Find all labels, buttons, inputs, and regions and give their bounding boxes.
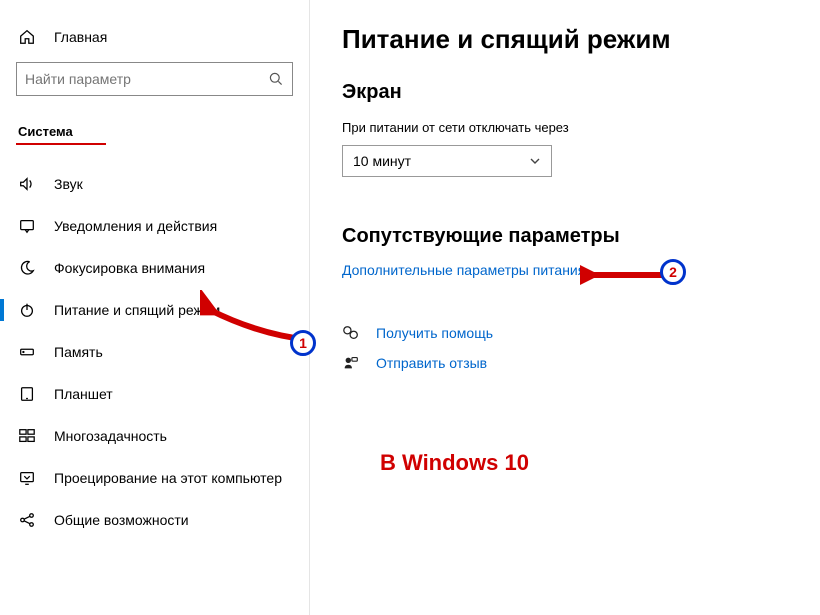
related-title: Сопутствующие параметры [342, 225, 788, 248]
share-icon [18, 511, 36, 529]
nav-item-sound[interactable]: Звук [0, 163, 293, 205]
speaker-icon [18, 175, 36, 193]
nav-item-tablet[interactable]: Планшет [0, 373, 293, 415]
page-title: Питание и спящий режим [342, 24, 788, 55]
feedback-link[interactable]: Отправить отзыв [376, 355, 487, 371]
nav-label: Звук [54, 176, 83, 192]
get-help-link[interactable]: Получить помощь [376, 325, 493, 341]
nav-label: Общие возможности [54, 512, 189, 528]
search-field[interactable] [25, 71, 268, 87]
advanced-power-link[interactable]: Дополнительные параметры питания [342, 262, 585, 278]
help-icon [342, 324, 360, 342]
home-nav[interactable]: Главная [16, 22, 293, 62]
nav-item-multitasking[interactable]: Многозадачность [0, 415, 293, 457]
power-icon [18, 301, 36, 319]
tablet-icon [18, 385, 36, 403]
project-icon [18, 469, 36, 487]
search-icon [268, 71, 284, 87]
annotation-text: В Windows 10 [380, 450, 529, 476]
section-title: Система [16, 124, 293, 139]
related-section: Сопутствующие параметры Дополнительные п… [342, 225, 788, 278]
main-content: Питание и спящий режим Экран При питании… [310, 0, 820, 615]
home-icon [18, 28, 36, 46]
nav-label: Проецирование на этот компьютер [54, 470, 282, 486]
annotation-badge-2: 2 [660, 259, 686, 285]
screen-off-label: При питании от сети отключать через [342, 120, 788, 135]
chevron-down-icon [529, 155, 541, 167]
notification-icon [18, 217, 36, 235]
screen-off-dropdown[interactable]: 10 минут [342, 145, 552, 177]
sidebar: Главная Система Звук Уведомле [0, 0, 310, 615]
nav-label: Планшет [54, 386, 113, 402]
nav-item-focus[interactable]: Фокусировка внимания [0, 247, 293, 289]
nav-item-power[interactable]: Питание и спящий режим [0, 289, 293, 331]
multitask-icon [18, 427, 36, 445]
nav-list: Звук Уведомления и действия Фокусировка … [0, 163, 293, 541]
get-help-row[interactable]: Получить помощь [342, 318, 788, 348]
annotation-underline [16, 143, 106, 145]
nav-label: Многозадачность [54, 428, 167, 444]
storage-icon [18, 343, 36, 361]
dropdown-value: 10 минут [353, 153, 411, 169]
nav-label: Фокусировка внимания [54, 260, 205, 276]
home-label: Главная [54, 29, 107, 45]
annotation-badge-1: 1 [290, 330, 316, 356]
nav-label: Память [54, 344, 103, 360]
search-input[interactable] [16, 62, 293, 96]
nav-label: Питание и спящий режим [54, 302, 220, 318]
moon-icon [18, 259, 36, 277]
nav-item-projecting[interactable]: Проецирование на этот компьютер [0, 457, 293, 499]
nav-item-notifications[interactable]: Уведомления и действия [0, 205, 293, 247]
nav-item-shared[interactable]: Общие возможности [0, 499, 293, 541]
help-section: Получить помощь Отправить отзыв [342, 318, 788, 378]
nav-label: Уведомления и действия [54, 218, 217, 234]
feedback-row[interactable]: Отправить отзыв [342, 348, 788, 378]
nav-item-storage[interactable]: Память [0, 331, 293, 373]
feedback-icon [342, 354, 360, 372]
screen-section-title: Экран [342, 81, 788, 104]
